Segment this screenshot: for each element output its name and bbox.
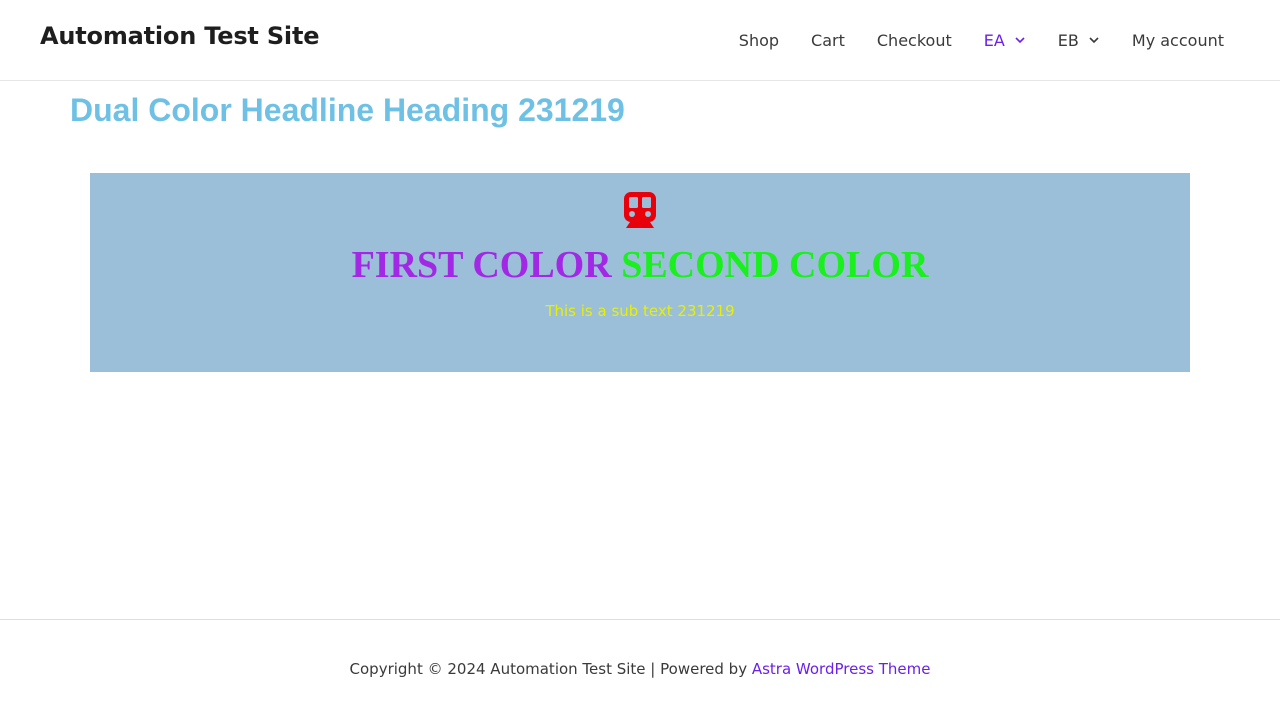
- site-footer: Copyright © 2024 Automation Test Site | …: [0, 619, 1280, 720]
- nav-item-eb[interactable]: EB: [1042, 0, 1116, 80]
- dual-color-headline-widget: FIRST COLOR SECOND COLOR This is a sub t…: [90, 173, 1190, 372]
- nav-item-label: My account: [1131, 30, 1224, 50]
- copyright-text: Copyright © 2024 Automation Test Site | …: [349, 660, 752, 678]
- second-color-text: SECOND COLOR: [621, 244, 929, 286]
- main-navigation: Shop Cart Checkout EA EB My account: [723, 0, 1240, 80]
- site-title-link[interactable]: Automation Test Site: [40, 22, 319, 50]
- page-title: Dual Color Headline Heading 231219: [70, 92, 625, 128]
- first-color-text: FIRST COLOR: [351, 244, 612, 286]
- nav-item-my-account[interactable]: My account: [1116, 0, 1240, 80]
- sub-text: This is a sub text 231219: [545, 302, 735, 320]
- nav-item-label: Cart: [811, 30, 845, 50]
- dual-headline: FIRST COLOR SECOND COLOR: [90, 243, 1190, 287]
- nav-item-shop[interactable]: Shop: [723, 0, 795, 80]
- nav-item-label: Shop: [738, 30, 780, 50]
- nav-item-ea[interactable]: EA: [968, 0, 1042, 80]
- nav-item-label: EB: [1057, 30, 1079, 50]
- nav-item-label: EA: [983, 30, 1005, 50]
- nav-item-cart[interactable]: Cart: [795, 0, 861, 80]
- chevron-down-icon: [1014, 34, 1026, 46]
- footer-copyright: Copyright © 2024 Automation Test Site | …: [0, 660, 1280, 678]
- chevron-down-icon: [1088, 34, 1100, 46]
- subway-train-icon: [622, 191, 658, 229]
- nav-item-label: Checkout: [876, 30, 952, 50]
- nav-item-checkout[interactable]: Checkout: [861, 0, 968, 80]
- astra-theme-link[interactable]: Astra WordPress Theme: [752, 660, 931, 678]
- site-header: Automation Test Site Shop Cart Checkout …: [0, 0, 1280, 81]
